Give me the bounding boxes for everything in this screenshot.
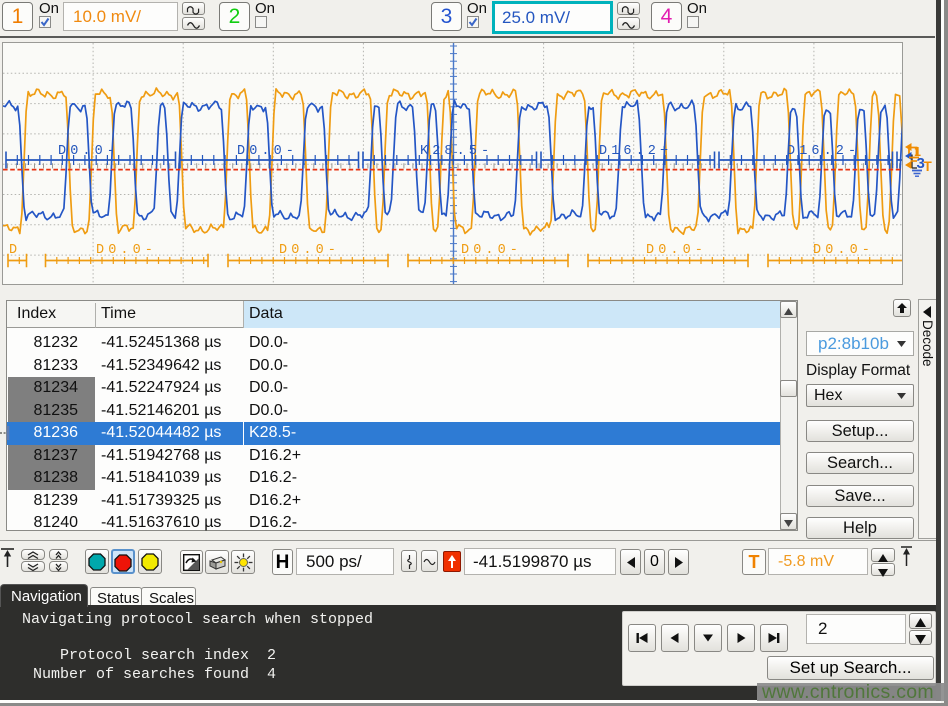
svg-text:D0.0-: D0.0- (646, 243, 707, 258)
svg-text:D: D (9, 243, 21, 258)
svg-text:D16.2-: D16.2- (787, 144, 860, 159)
svg-text:T: T (924, 159, 933, 174)
svg-text:D16.2+: D16.2+ (599, 144, 672, 159)
svg-text:D0.0-: D0.0- (813, 243, 874, 258)
svg-text:D0.0-: D0.0- (96, 243, 157, 258)
svg-text:D0.0-: D0.0- (237, 144, 298, 159)
svg-text:K28.5-: K28.5- (420, 144, 493, 159)
svg-text:D0.0-: D0.0- (58, 144, 119, 159)
svg-text:D0.0-: D0.0- (279, 243, 340, 258)
svg-text:D0.0-: D0.0- (461, 243, 522, 258)
